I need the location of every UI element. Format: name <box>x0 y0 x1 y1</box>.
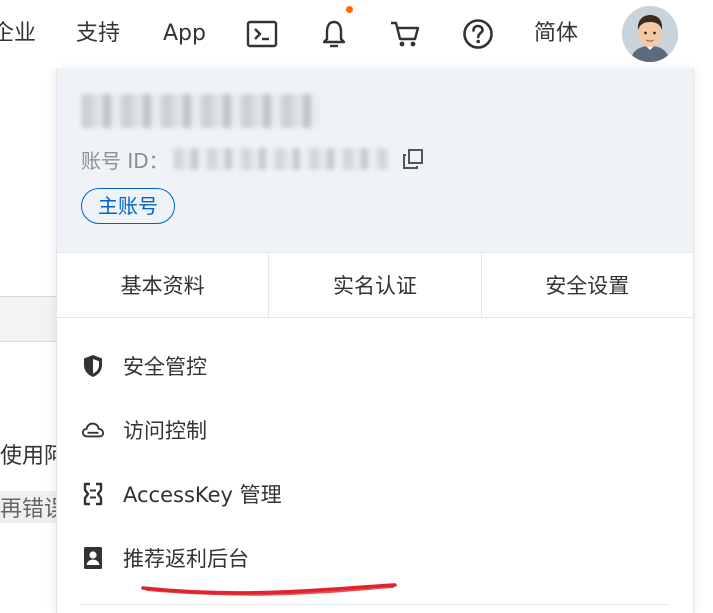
id-card-icon <box>81 546 105 570</box>
account-type-badge: 主账号 <box>81 188 175 224</box>
background-divider <box>0 341 60 342</box>
menu-item-label: 访问控制 <box>123 419 207 443</box>
background-text: 再错误 <box>0 491 56 523</box>
profile-tabs: 基本资料 实名认证 安全设置 <box>57 252 693 318</box>
masked-account-name <box>81 94 319 128</box>
accesskey-icon <box>81 482 105 506</box>
nav-link-support[interactable]: 支持 <box>76 18 120 50</box>
masked-account-id <box>172 148 389 170</box>
tab-basic-info[interactable]: 基本资料 <box>57 253 268 317</box>
menu-item-security-control[interactable]: 安全管控 <box>81 346 641 386</box>
notification-dot <box>346 6 353 13</box>
cloud-icon <box>81 418 105 442</box>
bell-icon[interactable] <box>317 17 351 51</box>
nav-link-enterprise[interactable]: 企业 <box>0 18 36 50</box>
language-switch[interactable]: 简体 <box>534 18 578 50</box>
menu-item-accesskey-management[interactable]: AccessKey 管理 <box>81 474 641 514</box>
background-text: 使用阿 <box>0 444 56 469</box>
background-page: 使用阿 再错误 <box>0 82 60 613</box>
copy-icon[interactable] <box>401 147 425 171</box>
terminal-icon[interactable] <box>245 17 279 51</box>
help-icon[interactable] <box>461 17 495 51</box>
panel-bottom-divider <box>81 604 669 605</box>
menu-item-label: AccessKey 管理 <box>123 483 282 507</box>
menu-item-access-control[interactable]: 访问控制 <box>81 410 641 450</box>
nav-link-app[interactable]: App <box>163 18 206 50</box>
background-band <box>0 297 60 341</box>
account-id-row: 账号 ID： <box>81 144 425 174</box>
account-id-label: 账号 ID： <box>81 148 169 173</box>
cart-icon[interactable] <box>388 17 422 51</box>
top-navigation-bar: 企业 支持 App 简体 <box>0 0 713 68</box>
red-annotation-underline <box>141 583 397 596</box>
shield-icon <box>81 354 105 378</box>
account-dropdown-panel: 账号 ID： 主账号 基本资料 实名认证 安全设置 安全管控 访问控制 Acce… <box>56 68 694 613</box>
tab-real-name-verification[interactable]: 实名认证 <box>268 253 480 317</box>
user-avatar[interactable] <box>622 6 678 62</box>
menu-item-referral-rebate[interactable]: 推荐返利后台 <box>81 538 641 578</box>
menu-item-label: 安全管控 <box>123 355 207 379</box>
menu-item-label: 推荐返利后台 <box>123 547 249 571</box>
tab-security-settings[interactable]: 安全设置 <box>480 253 693 317</box>
account-info-header: 账号 ID： 主账号 <box>57 68 693 252</box>
